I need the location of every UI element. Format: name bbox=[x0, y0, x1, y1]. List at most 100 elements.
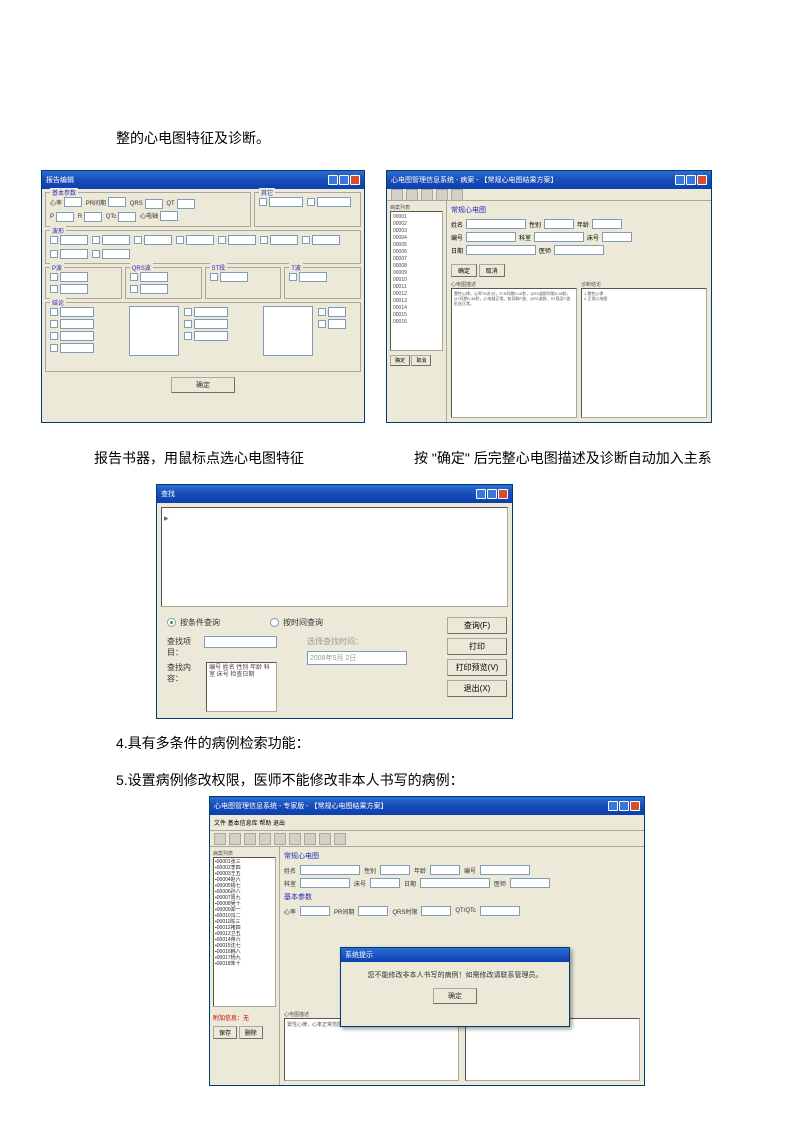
bed-input[interactable] bbox=[602, 232, 632, 242]
toolbar-icon[interactable] bbox=[391, 189, 403, 201]
toolbar-icon[interactable] bbox=[436, 189, 448, 201]
date-picker: 2008年5月 2日 bbox=[307, 651, 407, 665]
case-tree[interactable]: ▪00001张三▪00002李四▪00003王五▪00004赵六▪00005钱七… bbox=[213, 857, 276, 1007]
window-title: 查找 bbox=[161, 489, 175, 499]
case-list[interactable]: 0000100002000030000400005000060000700008… bbox=[390, 211, 443, 351]
toolbar-icon[interactable] bbox=[214, 833, 226, 845]
toolbar-icon[interactable] bbox=[319, 833, 331, 845]
toolbar-icon[interactable] bbox=[259, 833, 271, 845]
date-input[interactable] bbox=[466, 245, 536, 255]
close-icon[interactable] bbox=[498, 489, 508, 499]
qrs-input[interactable] bbox=[145, 199, 163, 209]
delete-button[interactable]: 删除 bbox=[239, 1026, 263, 1039]
close-icon[interactable] bbox=[697, 175, 707, 185]
maximize-icon[interactable] bbox=[619, 801, 629, 811]
section-5-text: 5.设置病例修改权限，医师不能修改非本人书写的病例： bbox=[116, 770, 464, 790]
radio-time[interactable]: 按时间查询 bbox=[270, 617, 323, 628]
minimize-icon[interactable] bbox=[675, 175, 685, 185]
hr-input[interactable] bbox=[64, 197, 82, 207]
axis-input[interactable] bbox=[160, 211, 178, 221]
permission-modal: 系统提示 您不能修改非本人书写的病例！如需修改请联系管理员。 确定 bbox=[340, 947, 570, 1027]
report-editor-window: 报告编辑 基本参数 心率 PR间期 QRS QT P bbox=[41, 170, 365, 423]
titlebar: 心电图管理信息系统 - 病案 - 【常规心电图结果方案】 bbox=[387, 171, 711, 189]
close-button[interactable]: 退出(X) bbox=[447, 680, 507, 697]
close-icon[interactable] bbox=[350, 175, 360, 185]
cancel-button[interactable]: 取消 bbox=[411, 355, 431, 366]
save-button[interactable]: 保存 bbox=[213, 1026, 237, 1039]
confirm-button[interactable]: 确定 bbox=[171, 377, 235, 393]
cancel-button[interactable]: 取消 bbox=[479, 264, 505, 277]
print-button[interactable]: 打印 bbox=[447, 638, 507, 655]
age-input[interactable] bbox=[592, 219, 622, 229]
close-icon[interactable] bbox=[630, 801, 640, 811]
toolbar-icon[interactable] bbox=[451, 189, 463, 201]
name-input[interactable] bbox=[300, 865, 360, 875]
qtc-input[interactable] bbox=[118, 212, 136, 222]
sex-input[interactable] bbox=[544, 219, 574, 229]
caption-2: 按 "确定" 后完整心电图描述及诊断自动加入主系 bbox=[414, 448, 712, 468]
bed-input[interactable] bbox=[370, 878, 400, 888]
r-input[interactable] bbox=[84, 212, 102, 222]
toolbar-icon[interactable] bbox=[304, 833, 316, 845]
ecg-result-window: 心电图管理信息系统 - 病案 - 【常规心电图结果方案】 病案列表 000010… bbox=[386, 170, 712, 423]
modal-ok-button[interactable]: 确定 bbox=[433, 988, 477, 1004]
radio-icon bbox=[167, 618, 176, 627]
group-label: 其它 bbox=[259, 188, 275, 197]
dr-input[interactable] bbox=[554, 245, 604, 255]
listbox[interactable] bbox=[263, 306, 313, 356]
description-textarea[interactable]: 窦性心律，心率正常范围内。 bbox=[284, 1018, 459, 1081]
toolbar-icon[interactable] bbox=[334, 833, 346, 845]
window-title: 报告编辑 bbox=[46, 175, 74, 185]
diagnosis-textarea[interactable] bbox=[465, 1018, 640, 1081]
maximize-icon[interactable] bbox=[339, 175, 349, 185]
no-input[interactable] bbox=[480, 865, 530, 875]
dept-input[interactable] bbox=[300, 878, 350, 888]
extra-info: 附加信息：无 bbox=[213, 1013, 276, 1022]
minimize-icon[interactable] bbox=[476, 489, 486, 499]
save-button[interactable]: 确定 bbox=[390, 355, 410, 366]
qt-input[interactable] bbox=[177, 199, 195, 209]
no-input[interactable] bbox=[466, 232, 516, 242]
listbox[interactable] bbox=[129, 306, 179, 356]
find-button[interactable]: 查询(F) bbox=[447, 617, 507, 634]
window-title: 心电图管理信息系统 - 专家版 - 【常规心电图结果方案】 bbox=[214, 801, 387, 811]
toolbar-icon[interactable] bbox=[244, 833, 256, 845]
preview-button[interactable]: 打印预览(V) bbox=[447, 659, 507, 676]
toolbar-icon[interactable] bbox=[406, 189, 418, 201]
date-input[interactable] bbox=[420, 878, 490, 888]
window-title: 心电图管理信息系统 - 病案 - 【常规心电图结果方案】 bbox=[391, 175, 557, 185]
age-input[interactable] bbox=[430, 865, 460, 875]
minimize-icon[interactable] bbox=[608, 801, 618, 811]
section-4-text: 4.具有多条件的病例检索功能： bbox=[116, 733, 310, 753]
toolbar-icon[interactable] bbox=[229, 833, 241, 845]
toolbar-icon[interactable] bbox=[274, 833, 286, 845]
sex-input[interactable] bbox=[380, 865, 410, 875]
toolbar-icon[interactable] bbox=[421, 189, 433, 201]
maximize-icon[interactable] bbox=[487, 489, 497, 499]
name-input[interactable] bbox=[466, 219, 526, 229]
description-textarea[interactable]: 窦性心律，心率75次/分，P-R间期0.16秒，QRS波群时限0.08秒，QT间… bbox=[451, 288, 577, 418]
search-content-list[interactable]: 编号 姓名 性别 年龄 科室 床号 检查日期 bbox=[206, 662, 277, 712]
checkbox[interactable] bbox=[307, 198, 315, 206]
figure-row-1: 报告编辑 基本参数 心率 PR间期 QRS QT P bbox=[41, 170, 712, 423]
maximize-icon[interactable] bbox=[686, 175, 696, 185]
p-input[interactable] bbox=[56, 212, 74, 222]
menu-items[interactable]: 文件 基本信息库 帮助 退出 bbox=[214, 818, 285, 827]
checkbox[interactable] bbox=[259, 198, 267, 206]
pr-input[interactable] bbox=[108, 197, 126, 207]
titlebar: 报告编辑 bbox=[42, 171, 364, 189]
confirm-button[interactable]: 确定 bbox=[451, 264, 477, 277]
titlebar: 查找 bbox=[157, 485, 512, 503]
diagnosis-textarea[interactable]: 1.窦性心律2.正常心电图 bbox=[581, 288, 707, 418]
radio-condition[interactable]: 按条件查询 bbox=[167, 617, 220, 628]
search-item-select[interactable] bbox=[204, 636, 278, 648]
close-icon[interactable] bbox=[556, 951, 565, 960]
permission-window: 心电图管理信息系统 - 专家版 - 【常规心电图结果方案】 文件 基本信息库 帮… bbox=[209, 796, 645, 1086]
titlebar: 心电图管理信息系统 - 专家版 - 【常规心电图结果方案】 bbox=[210, 797, 644, 815]
dr-input[interactable] bbox=[510, 878, 550, 888]
menu-bar: 文件 基本信息库 帮助 退出 bbox=[210, 815, 644, 831]
dept-input[interactable] bbox=[534, 232, 584, 242]
group-label: 基本参数 bbox=[50, 188, 78, 197]
toolbar-icon[interactable] bbox=[289, 833, 301, 845]
minimize-icon[interactable] bbox=[328, 175, 338, 185]
